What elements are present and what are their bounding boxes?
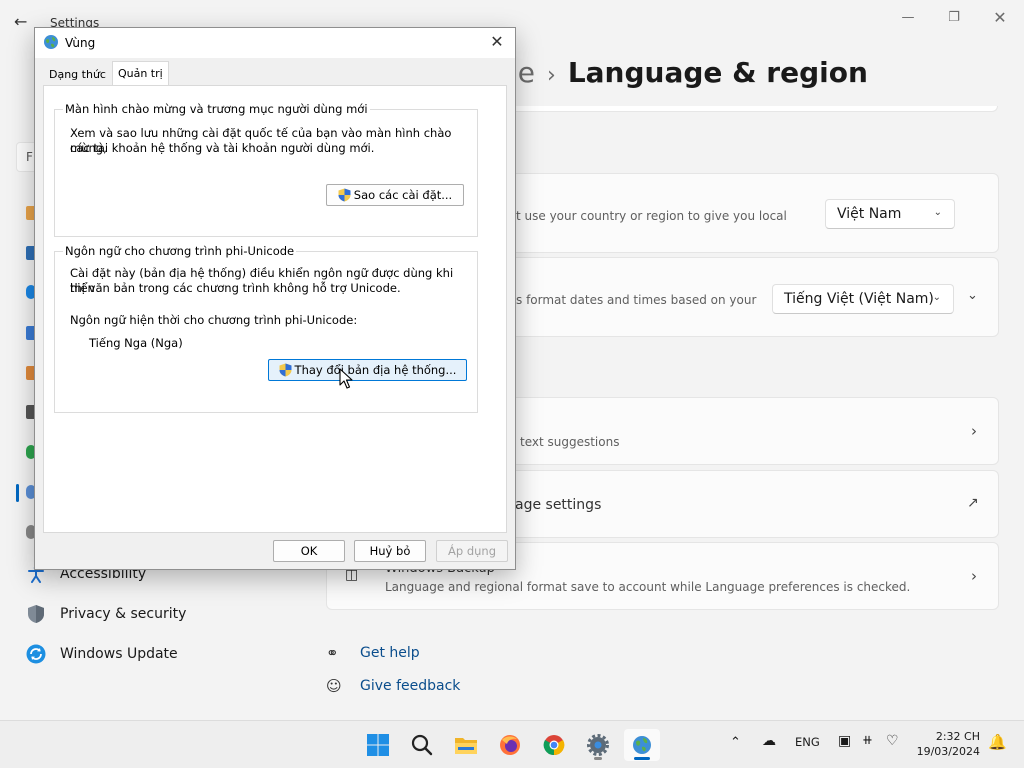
breadcrumb-chevron-icon: › [547,63,556,88]
get-help-label: Get help [360,645,420,661]
expand-chevron-icon[interactable]: ⌄ [967,288,978,303]
dialog-titlebar[interactable]: Vùng ✕ [35,28,515,58]
sidebar-item-privacy[interactable]: Privacy & security [26,600,186,628]
settings-app-button[interactable] [580,729,616,761]
chrome-button[interactable] [536,729,572,761]
give-feedback-link[interactable]: ☺ Give feedback [326,677,460,695]
chevron-down-icon: ⌄ [933,207,942,218]
change-system-locale-button[interactable]: Thay đổi bản địa hệ thống... [268,359,467,381]
taskbar-clock[interactable]: 2:32 CH 19/03/2024 [917,729,980,759]
chrome-icon [543,735,565,756]
sidebar-item-label: Windows Update [60,646,178,662]
battery-icon[interactable]: ♡ [886,733,899,749]
country-dropdown-value: Việt Nam [837,206,902,222]
clock-time: 2:32 CH [935,730,980,743]
network-offline-icon[interactable]: ☁ [762,733,776,749]
admin-card-title: age settings [515,497,602,513]
input-language-indicator[interactable]: ENG [795,735,820,749]
tab-formats[interactable]: Dạng thức [43,63,112,85]
cancel-button[interactable]: Huỷ bỏ [354,540,426,562]
running-indicator [594,757,602,760]
format-dropdown-value: Tiếng Việt (Việt Nam) [784,291,934,307]
globe-icon [44,35,58,49]
help-icon: ⚭ [326,644,339,662]
chevron-down-icon: ⌄ [932,292,941,303]
start-button[interactable] [360,729,396,761]
regional-format-dropdown[interactable]: Tiếng Việt (Việt Nam) ⌄ [772,284,954,314]
give-feedback-label: Give feedback [360,678,461,694]
welcome-group-legend: Màn hình chào mừng và trương mục người d… [63,102,370,116]
shield-icon [26,604,46,624]
file-explorer-button[interactable] [448,729,484,761]
notification-bell-icon[interactable]: 🔔 [988,733,1007,751]
uac-shield-icon [279,363,292,377]
feedback-icon: ☺ [326,677,342,695]
taskbar: ⌃ ☁ ENG ▣ ⧺ ♡ 2:32 CH 19/03/2024 🔔 [0,720,1024,768]
volume-muted-icon[interactable]: ⧺ [862,733,873,748]
folder-icon [455,738,477,754]
current-language-label: Ngôn ngữ hiện thời cho chương trình phi-… [70,313,358,327]
dialog-tabs: Dạng thức Quản trị [43,61,169,85]
non-unicode-group: Ngôn ngữ cho chương trình phi-Unicode Cà… [54,244,478,413]
chevron-right-icon: › [971,422,977,440]
maximize-button[interactable]: ❐ [932,6,976,28]
nav-selected-indicator [16,484,19,502]
mouse-cursor-icon [339,368,353,389]
active-indicator [634,757,650,760]
clock-date: 19/03/2024 [916,745,980,758]
ok-button[interactable]: OK [273,540,345,562]
gear-icon [587,734,609,756]
firefox-button[interactable] [492,729,528,761]
apply-button[interactable]: Áp dụng [436,540,508,562]
region-dialog: Vùng ✕ Dạng thức Quản trị Màn hình chào … [34,27,516,570]
tab-administrative[interactable]: Quản trị [111,61,169,85]
uac-shield-icon [338,188,351,202]
external-link-icon: ↗ [967,495,979,511]
firefox-icon [500,735,520,755]
backup-card-description: Language and regional format save to acc… [385,580,911,594]
show-hidden-icons-chevron-icon[interactable]: ⌃ [730,735,741,750]
current-language-value: Tiếng Nga (Nga) [89,336,183,350]
close-window-button[interactable]: ✕ [978,6,1022,28]
search-input[interactable]: F [16,142,36,172]
windows-logo-icon [367,734,389,756]
country-dropdown[interactable]: Việt Nam ⌄ [825,199,955,229]
copy-settings-button[interactable]: Sao các cài đặt... [326,184,464,206]
sidebar-item-label: Privacy & security [60,606,187,622]
dialog-title: Vùng [65,36,96,50]
display-icon[interactable]: ▣ [838,733,851,749]
sidebar-item-windows-update[interactable]: Windows Update [26,640,178,668]
country-card-description: t use your country or region to give you… [516,209,787,223]
search-icon [411,734,433,756]
welcome-screen-group: Màn hình chào mừng và trương mục người d… [54,102,478,237]
search-button[interactable] [404,729,440,761]
non-unicode-description-line2: thị văn bản trong các chương trình không… [70,281,401,295]
page-title: Language & region [567,56,868,89]
get-help-link[interactable]: ⚭ Get help [326,644,420,662]
welcome-description-line2: các tài khoản hệ thống và tài khoản ngườ… [70,141,375,155]
copy-settings-label: Sao các cài đặt... [353,188,453,202]
region-dialog-taskbar-button[interactable] [624,729,660,761]
back-arrow-icon[interactable]: ← [14,12,27,31]
typing-card-description: text suggestions [520,435,620,449]
change-system-locale-label: Thay đổi bản địa hệ thống... [294,363,457,377]
globe-icon [633,736,651,754]
format-card-description: s format dates and times based on your [516,293,757,307]
windows-update-icon [26,644,46,664]
minimize-button[interactable]: — [886,6,930,28]
header-card-edge [500,106,998,112]
dialog-close-button[interactable]: ✕ [487,32,507,52]
page-header: ge › Language & region [500,56,868,89]
administrative-tab-panel: Màn hình chào mừng và trương mục người d… [43,85,507,533]
chevron-right-icon: › [971,567,977,585]
non-unicode-group-legend: Ngôn ngữ cho chương trình phi-Unicode [63,244,297,258]
